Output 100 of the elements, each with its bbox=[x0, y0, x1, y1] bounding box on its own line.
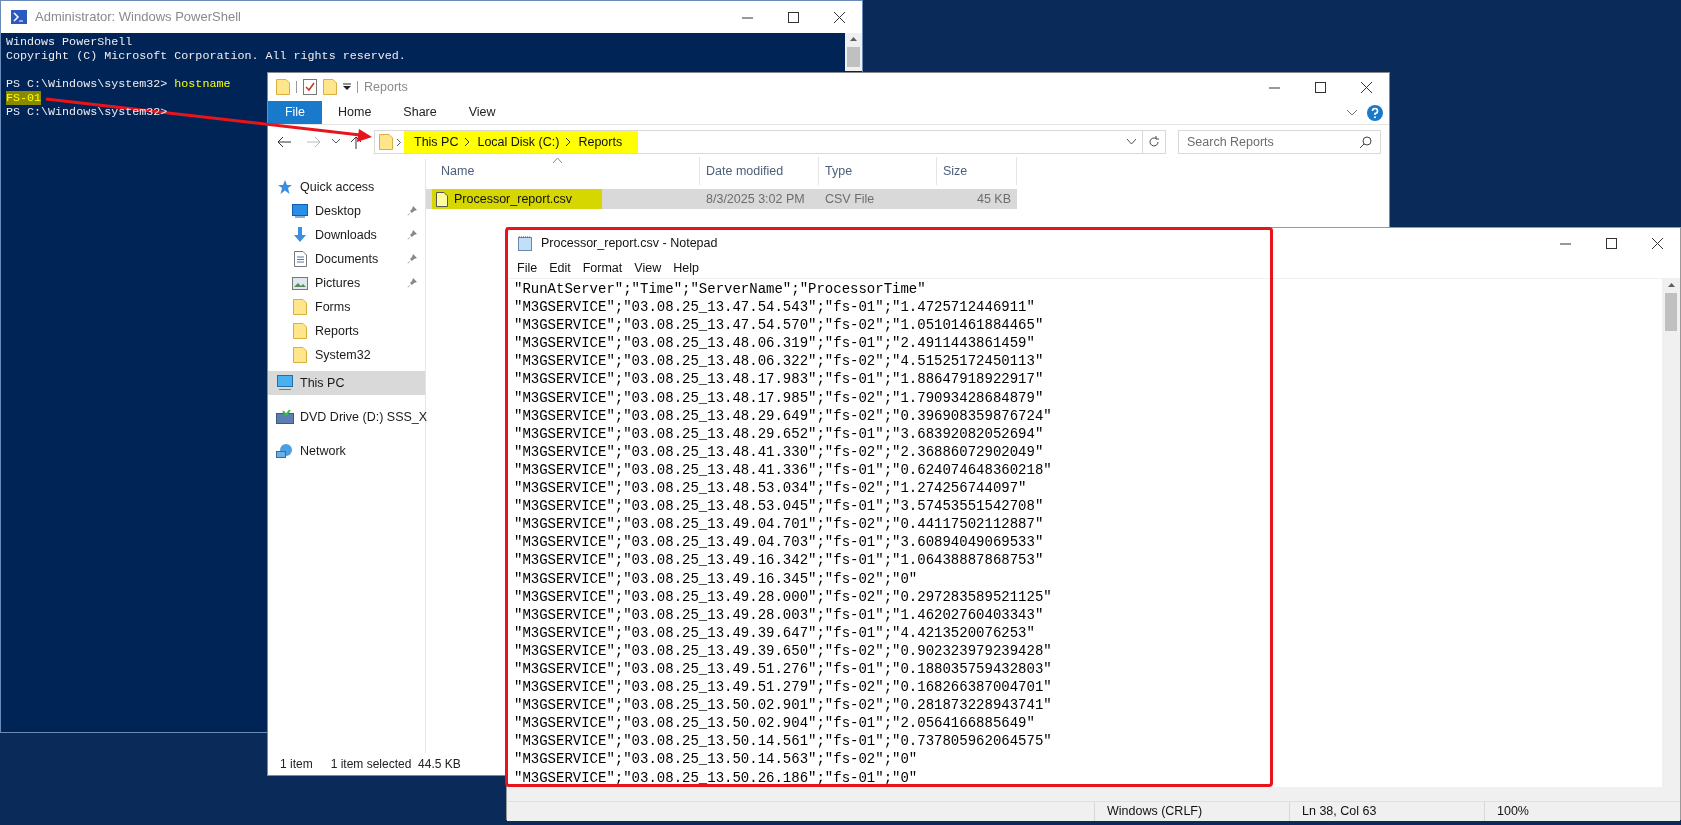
breadcrumb-item[interactable]: Local Disk (C:) bbox=[477, 132, 560, 152]
scroll-up-icon bbox=[1667, 283, 1675, 287]
folder-icon bbox=[293, 347, 307, 363]
text-line: "M3GSERVICE";"03.08.25_13.47.54.543";"fs-01";"1.4725712446911" bbox=[514, 298, 1035, 317]
address-bar[interactable]: This PC Local Disk (C:) Reports bbox=[374, 130, 1166, 154]
close-icon bbox=[833, 11, 845, 23]
column-header[interactable]: Date modified bbox=[700, 157, 819, 185]
scrollbar-thumb[interactable] bbox=[1665, 293, 1677, 331]
text-line: "M3GSERVICE";"03.08.25_13.50.02.904";"fs-01";"2.0564166885649" bbox=[514, 714, 1035, 733]
text-line: "M3GSERVICE";"03.08.25_13.49.04.703";"fs-01";"3.60894049069533" bbox=[514, 533, 1044, 552]
text-line: "M3GSERVICE";"03.08.25_13.48.06.322";"fs-02";"4.51525172450113" bbox=[514, 352, 1044, 371]
table-cell-text: 45 KB bbox=[975, 190, 1012, 208]
window-title: Reports bbox=[364, 78, 409, 96]
text-line: "M3GSERVICE";"03.08.25_13.49.16.342";"fs-01";"1.06438887868753" bbox=[514, 551, 1044, 570]
sidebar-item[interactable]: System32 bbox=[268, 343, 425, 367]
text-line: "M3GSERVICE";"03.08.25_13.47.54.570";"fs-02";"1.05101461884465" bbox=[514, 316, 1044, 335]
status-text: 1 item bbox=[280, 756, 313, 773]
dropdown-icon bbox=[343, 83, 351, 91]
table-cell-text: 8/3/2025 3:02 PM bbox=[705, 190, 806, 208]
status-text: Windows (CRLF) bbox=[1095, 801, 1290, 821]
disc-drive-icon bbox=[276, 410, 294, 424]
horizontal-scrollbar[interactable] bbox=[507, 786, 1680, 801]
chevron-icon bbox=[1347, 109, 1357, 116]
console-prompt: PS C:\Windows\system32> bbox=[6, 77, 168, 91]
desktop-icon bbox=[292, 204, 308, 218]
console-output: Copyright (C) Microsoft Corporation. All rights reserved. bbox=[6, 49, 406, 63]
menu-item[interactable]: View bbox=[628, 258, 668, 278]
console-command: hostname bbox=[174, 77, 231, 91]
text-line: "M3GSERVICE";"03.08.25_13.48.41.330";"fs-02";"2.36886072902049" bbox=[514, 442, 1044, 461]
powershell-icon bbox=[11, 10, 27, 24]
sidebar-item[interactable]: Reports bbox=[268, 319, 425, 343]
vertical-scrollbar[interactable] bbox=[845, 33, 862, 71]
close-icon bbox=[1651, 237, 1663, 249]
status-text: 1 item selected 44.5 KB bbox=[330, 756, 461, 773]
breadcrumb-item[interactable]: This PC bbox=[414, 132, 459, 152]
sidebar-item[interactable]: Pictures bbox=[268, 271, 425, 295]
sidebar-item[interactable]: Quick access bbox=[268, 175, 425, 199]
text-line: "M3GSERVICE";"03.08.25_13.49.39.647";"fs-01";"4.4213520076253" bbox=[514, 623, 1035, 642]
window-title: Administrator: Windows PowerShell bbox=[35, 8, 242, 27]
chevron-icon bbox=[397, 138, 401, 146]
sidebar-item[interactable]: Forms bbox=[268, 295, 425, 319]
sidebar-item[interactable]: Downloads bbox=[268, 223, 425, 247]
menu-item[interactable]: File bbox=[511, 258, 544, 278]
refresh-icon bbox=[1148, 136, 1160, 148]
network-icon bbox=[276, 443, 294, 459]
ribbon-tab[interactable]: Home bbox=[322, 101, 388, 124]
star-icon bbox=[277, 179, 293, 195]
forward-icon bbox=[306, 136, 322, 148]
text-line: "M3GSERVICE";"03.08.25_13.50.26.186";"fs-01";"0" bbox=[514, 768, 918, 787]
maximize-icon bbox=[787, 11, 799, 23]
folder-icon bbox=[293, 299, 307, 315]
scrollbar-thumb[interactable] bbox=[847, 47, 860, 67]
ribbon-tab[interactable]: File bbox=[268, 101, 322, 124]
notepad-icon bbox=[517, 235, 533, 251]
folder-icon bbox=[276, 79, 290, 95]
menu-item[interactable]: Format bbox=[576, 258, 629, 278]
chevron-icon bbox=[465, 138, 471, 146]
sidebar-item[interactable]: Network bbox=[268, 439, 425, 463]
text-line: "M3GSERVICE";"03.08.25_13.48.17.983";"fs-01";"1.88647918922917" bbox=[514, 370, 1044, 389]
back-icon bbox=[276, 136, 292, 148]
text-line: "M3GSERVICE";"03.08.25_13.48.41.336";"fs-01";"0.624074648360218" bbox=[514, 460, 1052, 480]
sidebar-item[interactable]: Desktop bbox=[268, 199, 425, 223]
maximize-icon bbox=[1605, 237, 1617, 249]
properties-icon bbox=[303, 79, 317, 95]
window-title: Processor_report.csv - Notepad bbox=[541, 234, 719, 252]
search-field[interactable]: Search Reports bbox=[1178, 130, 1381, 154]
computer-icon bbox=[276, 375, 294, 391]
vertical-scrollbar[interactable] bbox=[1662, 279, 1680, 787]
text-line: "M3GSERVICE";"03.08.25_13.49.51.279";"fs-02";"0.168266387004701" bbox=[514, 678, 1052, 697]
text-line: "M3GSERVICE";"03.08.25_13.49.51.276";"fs-01";"0.188035759432803" bbox=[514, 659, 1052, 679]
folder-icon bbox=[293, 323, 307, 339]
ribbon-tab[interactable]: Share bbox=[387, 101, 453, 124]
file-icon bbox=[436, 191, 448, 207]
column-header[interactable]: Type bbox=[819, 157, 937, 185]
file-name: Processor_report.csv bbox=[454, 190, 573, 208]
text-line: "M3GSERVICE";"03.08.25_13.49.28.003";"fs-01";"1.46202760403343" bbox=[514, 605, 1044, 624]
text-line: "M3GSERVICE";"03.08.25_13.48.53.045";"fs-01";"3.57453551542708" bbox=[514, 497, 1044, 516]
sidebar-item[interactable]: This PC bbox=[268, 371, 425, 395]
caret-icon bbox=[1127, 139, 1136, 145]
menu-item[interactable]: Edit bbox=[543, 258, 577, 278]
file-row[interactable]: Processor_report.csv 8/3/2025 3:02 PM CSV File 45 KB bbox=[426, 189, 1017, 209]
scroll-up-icon bbox=[850, 37, 857, 41]
document-icon bbox=[293, 251, 307, 267]
text-line: "M3GSERVICE";"03.08.25_13.49.04.701";"fs-02";"0.44117502112887" bbox=[514, 515, 1044, 534]
ribbon-tab[interactable]: View bbox=[452, 101, 512, 124]
caret-icon bbox=[332, 139, 340, 145]
console-output: Windows PowerShell bbox=[6, 35, 133, 49]
sidebar-item[interactable]: DVD Drive (D:) SSS_X bbox=[268, 405, 425, 429]
folder-icon bbox=[379, 134, 393, 150]
new-folder-icon bbox=[323, 79, 337, 95]
text-line: "M3GSERVICE";"03.08.25_13.49.28.000";"fs-02";"0.297283589521125" bbox=[514, 587, 1052, 606]
sidebar-item[interactable]: Documents bbox=[268, 247, 425, 271]
text-line: "M3GSERVICE";"03.08.25_13.49.16.345";"fs-02";"0" bbox=[514, 569, 918, 588]
console-prompt: PS C:\Windows\system32> bbox=[6, 105, 168, 119]
text-line: "M3GSERVICE";"03.08.25_13.48.06.319";"fs-01";"2.4911443861459" bbox=[514, 334, 1035, 353]
status-text: Ln 38, Col 63 bbox=[1290, 801, 1485, 821]
menu-item[interactable]: Help bbox=[667, 258, 705, 278]
column-header[interactable]: Size bbox=[937, 157, 1017, 185]
column-header[interactable]: Name bbox=[426, 157, 700, 185]
breadcrumb-item[interactable]: Reports bbox=[578, 132, 623, 152]
